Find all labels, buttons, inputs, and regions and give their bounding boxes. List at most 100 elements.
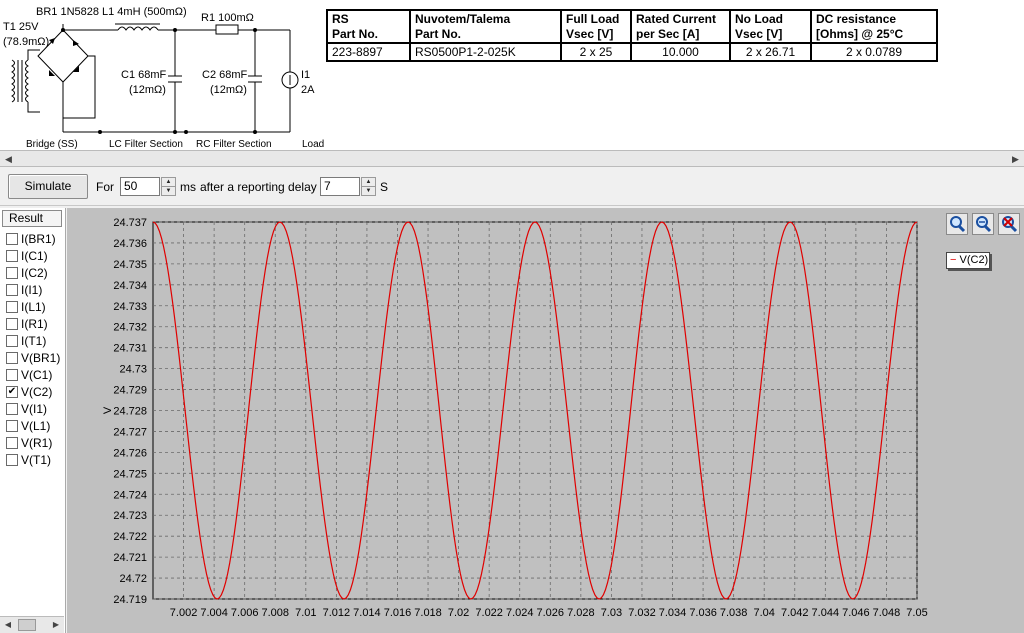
zoom-out-button[interactable] [972, 213, 994, 235]
duration-spinner[interactable]: ▲ ▼ [161, 177, 176, 196]
x-tick-label: 7.042 [781, 607, 809, 619]
x-tick-label: 7.004 [200, 607, 228, 619]
checkbox-icon[interactable] [6, 436, 18, 449]
zoom-in-icon [950, 216, 966, 233]
y-tick-label: 24.726 [113, 447, 147, 459]
y-tick-label: 24.725 [113, 468, 147, 480]
result-header[interactable]: Result [2, 210, 62, 227]
checkbox-icon[interactable] [6, 317, 18, 330]
x-tick-label: 7.026 [537, 607, 565, 619]
checkbox-icon[interactable] [6, 453, 18, 466]
y-tick-label: 24.719 [113, 594, 147, 606]
transformer-resistance: (78.9mΩ) [3, 36, 50, 48]
checkbox-icon[interactable] [6, 334, 18, 347]
x-tick-label: 7.022 [475, 607, 503, 619]
result-scrollbar[interactable]: ◀ ▶ [0, 616, 64, 633]
scroll-right-icon[interactable]: ▶ [49, 618, 63, 632]
chart-panel: 24.737 24.736 24.735 24.734 24.733 24.732 24.7… [67, 208, 1024, 633]
spec-cell-dc-resistance: 2 x 0.0789 [810, 42, 938, 62]
spec-cell-nuvotem: RS0500P1-2-025K [409, 42, 562, 62]
signal-item[interactable]: V(R1) [6, 434, 60, 451]
checkbox-icon[interactable] [6, 419, 18, 432]
zoom-in-button[interactable] [946, 213, 968, 235]
inductor-label: L1 4mH (500mΩ) [102, 6, 187, 18]
signal-item[interactable]: V(C1) [6, 366, 60, 383]
bridge-label: BR1 1N5828 [36, 6, 99, 18]
zoom-out-icon [976, 216, 992, 233]
y-tick-label: 24.721 [113, 552, 147, 564]
y-tick-label: 24.732 [113, 322, 147, 334]
x-tick-label: 7.05 [906, 607, 927, 619]
x-tick-label: 7.048 [873, 607, 901, 619]
checkbox-icon[interactable] [6, 300, 18, 313]
signal-item[interactable]: V(T1) [6, 451, 60, 468]
delay-spinner[interactable]: ▲ ▼ [361, 177, 376, 196]
spec-cell-rs: 223-8897 [326, 42, 411, 62]
signal-item[interactable]: I(L1) [6, 298, 60, 315]
delay-label: after a reporting delay of [200, 180, 331, 194]
signal-item[interactable]: I(C2) [6, 264, 60, 281]
voltage-chart: 24.737 24.736 24.735 24.734 24.733 24.732 24.7… [102, 217, 928, 619]
zoom-reset-icon [1002, 216, 1018, 233]
signal-item[interactable]: I(C1) [6, 247, 60, 264]
x-tick-label: 7.008 [261, 607, 289, 619]
scroll-left-icon[interactable]: ◀ [1, 152, 16, 166]
spin-up-icon[interactable]: ▲ [362, 178, 375, 186]
spin-down-icon[interactable]: ▼ [162, 186, 175, 194]
legend-series-label: V(C2) [959, 254, 989, 266]
checkbox-icon[interactable] [6, 249, 18, 262]
y-tick-label: 24.729 [113, 385, 147, 397]
y-tick-label: 24.722 [113, 531, 147, 543]
spin-down-icon[interactable]: ▼ [362, 186, 375, 194]
y-axis-label: V [102, 406, 114, 414]
simulate-button[interactable]: Simulate [8, 174, 88, 199]
signal-label: I(C1) [21, 248, 48, 263]
y-tick-label: 24.737 [113, 217, 147, 229]
signal-item[interactable]: I(T1) [6, 332, 60, 349]
y-tick-label: 24.731 [113, 343, 147, 355]
spec-header-rated-current: Rated Current per Sec [A] [630, 9, 731, 44]
delay-input[interactable]: 7 [320, 177, 360, 196]
spec-header-rs: RS Part No. [326, 9, 411, 44]
zoom-reset-button[interactable] [998, 213, 1020, 235]
spec-header-no-load: No Load Vsec [V] [729, 9, 812, 44]
signal-item[interactable]: V(BR1) [6, 349, 60, 366]
signal-item[interactable]: ✔ V(C2) [6, 383, 60, 400]
x-tick-label: 7.03 [601, 607, 622, 619]
signal-item[interactable]: V(L1) [6, 417, 60, 434]
y-tick-label: 24.733 [113, 301, 147, 313]
signal-label: V(L1) [21, 418, 51, 433]
signal-item[interactable]: I(BR1) [6, 230, 60, 247]
signal-label: I(I1) [21, 282, 43, 297]
spec-cell-full-load: 2 x 25 [560, 42, 632, 62]
duration-input[interactable]: 50 [120, 177, 160, 196]
signal-label: V(R1) [21, 435, 53, 450]
ms-label: ms [180, 180, 196, 194]
y-tick-label: 24.723 [113, 510, 147, 522]
checkbox-icon[interactable] [6, 232, 18, 245]
checkbox-icon[interactable] [6, 283, 18, 296]
x-tick-label: 7.014 [353, 607, 381, 619]
signal-label: V(C2) [21, 384, 53, 399]
signal-item[interactable]: I(I1) [6, 281, 60, 298]
checkbox-icon[interactable] [6, 368, 18, 381]
x-tick-label: 7.016 [384, 607, 412, 619]
schematic-panel: BR1 1N5828 L1 4mH (500mΩ) R1 100mΩ T1 25… [0, 0, 1024, 150]
x-tick-label: 7.036 [689, 607, 717, 619]
signal-label: I(R1) [21, 316, 48, 331]
signal-item[interactable]: V(I1) [6, 400, 60, 417]
schematic-scrollbar[interactable]: ◀ ▶ [0, 150, 1024, 167]
checkbox-checked-icon[interactable]: ✔ [6, 385, 18, 398]
x-tick-label: 7.01 [295, 607, 316, 619]
scroll-right-icon[interactable]: ▶ [1008, 152, 1023, 166]
scroll-left-icon[interactable]: ◀ [1, 618, 15, 632]
seconds-label: S [380, 180, 389, 194]
checkbox-icon[interactable] [6, 266, 18, 279]
spin-up-icon[interactable]: ▲ [162, 178, 175, 186]
signal-item[interactable]: I(R1) [6, 315, 60, 332]
spec-data-row: 223-8897 RS0500P1-2-025K 2 x 25 10.000 2… [326, 42, 938, 62]
checkbox-icon[interactable] [6, 402, 18, 415]
scroll-thumb[interactable] [18, 619, 36, 631]
x-tick-label: 7.02 [448, 607, 469, 619]
checkbox-icon[interactable] [6, 351, 18, 364]
